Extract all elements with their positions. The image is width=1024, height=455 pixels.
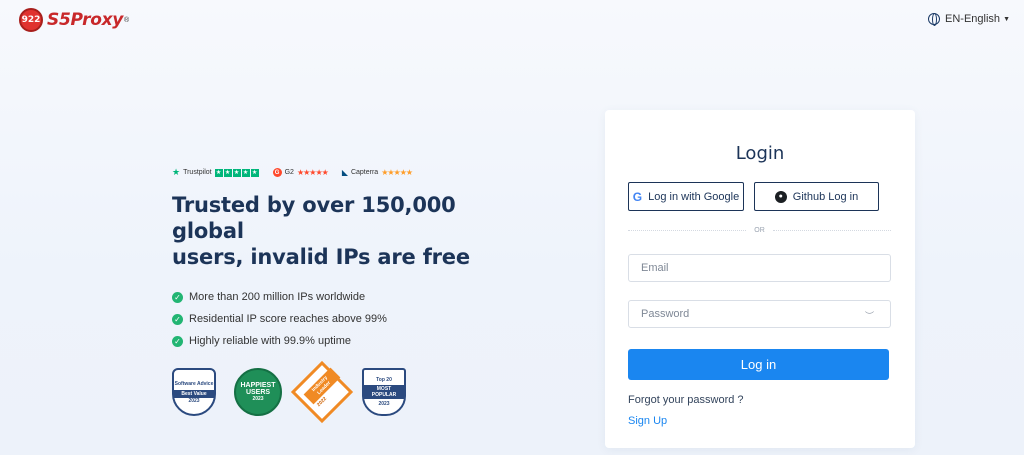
software-advice-badge: Software Advice Best Value 2023	[172, 368, 216, 416]
github-login-button[interactable]: ● Github Log in	[754, 182, 879, 211]
sign-up-link[interactable]: Sign Up	[628, 415, 667, 427]
globe-icon	[928, 13, 941, 26]
g2-stars: ★★★★★	[296, 168, 329, 177]
logo-globe-icon: 922	[19, 8, 43, 32]
language-selector[interactable]: EN-English ▼	[928, 13, 1010, 26]
most-popular-badge: Top 20 MOST POPULAR 2023	[362, 368, 406, 416]
check-icon: ✓	[172, 291, 183, 303]
oauth-buttons: G Log in with Google ● Github Log in	[628, 182, 879, 211]
login-button[interactable]: Log in	[628, 349, 889, 380]
email-field[interactable]	[628, 254, 891, 282]
password-field[interactable]	[628, 300, 891, 328]
eye-closed-icon[interactable]: ︶	[865, 309, 874, 322]
g2-label: G2	[284, 169, 294, 176]
forgot-password-link[interactable]: Forgot your password ?	[628, 394, 744, 406]
hero-headline: Trusted by over 150,000 global users, in…	[172, 192, 532, 270]
caret-down-icon: ▼	[1003, 15, 1010, 23]
login-title: Login	[735, 143, 785, 164]
capterra-rating: ◣ Capterra ★★★★★	[341, 168, 413, 177]
happiest-users-badge: HAPPIEST USERS 2023	[234, 368, 282, 416]
capterra-stars: ★★★★★	[381, 168, 413, 177]
headline-line-1: Trusted by over 150,000 global	[172, 193, 456, 243]
login-card: Login G Log in with Google ● Github Log …	[605, 110, 915, 448]
ratings-row: ★ Trustpilot ★ ★ ★ ★ ★ G G2 ★★★★★ ◣ Capterra…	[172, 167, 532, 178]
trustpilot-stars: ★ ★ ★ ★ ★	[214, 168, 259, 177]
google-login-button[interactable]: G Log in with Google	[628, 182, 744, 211]
check-icon: ✓	[172, 313, 183, 325]
feature-text: Highly reliable with 99.9% uptime	[189, 335, 352, 347]
brand-logo[interactable]: 922 S5Proxy ®	[19, 8, 129, 32]
feature-item: ✓ Highly reliable with 99.9% uptime	[172, 330, 532, 352]
feature-text: More than 200 million IPs worldwide	[189, 291, 366, 303]
logo-text: S5Proxy	[47, 10, 124, 30]
logo-registered-mark: ®	[124, 16, 130, 24]
capterra-label: Capterra	[350, 169, 379, 176]
github-icon: ●	[774, 190, 787, 203]
language-label: EN-English	[945, 13, 1001, 25]
g2-rating: G G2 ★★★★★	[272, 168, 329, 177]
capterra-icon: ◣	[341, 168, 348, 177]
check-icon: ✓	[172, 335, 183, 347]
hero-section: ★ Trustpilot ★ ★ ★ ★ ★ G G2 ★★★★★ ◣ Capterra…	[172, 167, 532, 424]
trustpilot-rating: ★ Trustpilot ★ ★ ★ ★ ★	[172, 167, 259, 178]
or-divider: OR	[628, 227, 891, 234]
feature-item: ✓ Residential IP score reaches above 99%	[172, 308, 532, 330]
award-badges: Software Advice Best Value 2023 HAPPIEST…	[172, 360, 532, 424]
trustpilot-star-icon: ★	[172, 167, 181, 177]
google-icon: G	[632, 189, 643, 204]
feature-list: ✓ More than 200 million IPs worldwide ✓ …	[172, 286, 532, 352]
g2-icon: G	[272, 168, 282, 177]
feature-item: ✓ More than 200 million IPs worldwide	[172, 286, 532, 308]
industry-leader-badge: Industry Leader 2022	[290, 360, 354, 424]
headline-line-2: users, invalid IPs are free	[172, 245, 470, 269]
feature-text: Residential IP score reaches above 99%	[189, 313, 387, 325]
trustpilot-label: Trustpilot	[183, 169, 212, 176]
